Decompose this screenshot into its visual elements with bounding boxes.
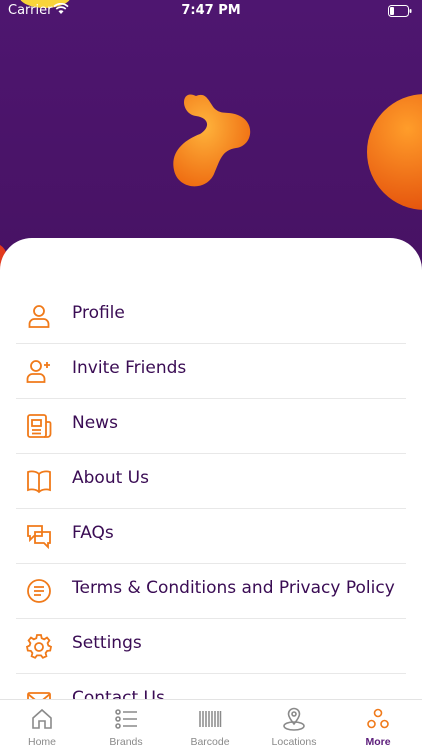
home-icon [30,707,54,731]
menu-item-label: Invite Friends [72,358,187,378]
menu-item-profile[interactable]: Profile [16,288,406,344]
menu-item-news[interactable]: News [16,398,406,454]
menu-item-invite-friends[interactable]: Invite Friends [16,343,406,399]
menu-item-label: Settings [72,633,142,653]
tab-locations[interactable]: Locations [252,700,336,751]
person-icon [26,303,52,329]
menu-item-settings[interactable]: Settings [16,618,406,674]
status-bar: Carrier 7:47 PM [0,0,422,22]
person-add-icon [26,358,52,384]
tab-barcode[interactable]: Barcode [168,700,252,751]
menu-item-about-us[interactable]: About Us [16,453,406,509]
more-dots-icon [366,707,390,731]
tab-label: Home [27,736,56,748]
menu-item-label: About Us [72,468,149,488]
tab-label: Brands [109,736,143,748]
menu-item-label: FAQs [72,523,114,543]
list-icon [114,707,138,731]
tab-home[interactable]: Home [0,700,84,751]
tab-label: Barcode [190,736,230,748]
menu-item-label: News [72,413,118,433]
tab-bar: Home Brands Barcode Locations More [0,699,422,751]
gear-icon [25,633,53,659]
chat-bubbles-icon [26,523,52,550]
menu-item-terms-privacy[interactable]: Terms & Conditions and Privacy Policy [16,563,406,619]
book-icon [26,468,52,494]
map-pin-icon [282,707,306,731]
tab-brands[interactable]: Brands [84,700,168,751]
document-list-icon [26,578,52,604]
newspaper-icon [26,413,52,439]
battery-icon [388,5,412,21]
menu-item-faqs[interactable]: FAQs [16,508,406,564]
tab-label: More [365,736,391,748]
tab-more[interactable]: More [336,700,420,751]
menu-item-contact-us[interactable]: Contact Us [16,673,406,700]
clock: 7:47 PM [181,3,241,18]
more-menu-sheet: Profile Invite Friends News About Us FAQ… [0,238,422,700]
tab-label: Locations [271,736,317,748]
menu-item-label: Terms & Conditions and Privacy Policy [72,578,395,598]
menu-item-label: Profile [72,303,125,323]
barcode-icon [198,707,222,731]
